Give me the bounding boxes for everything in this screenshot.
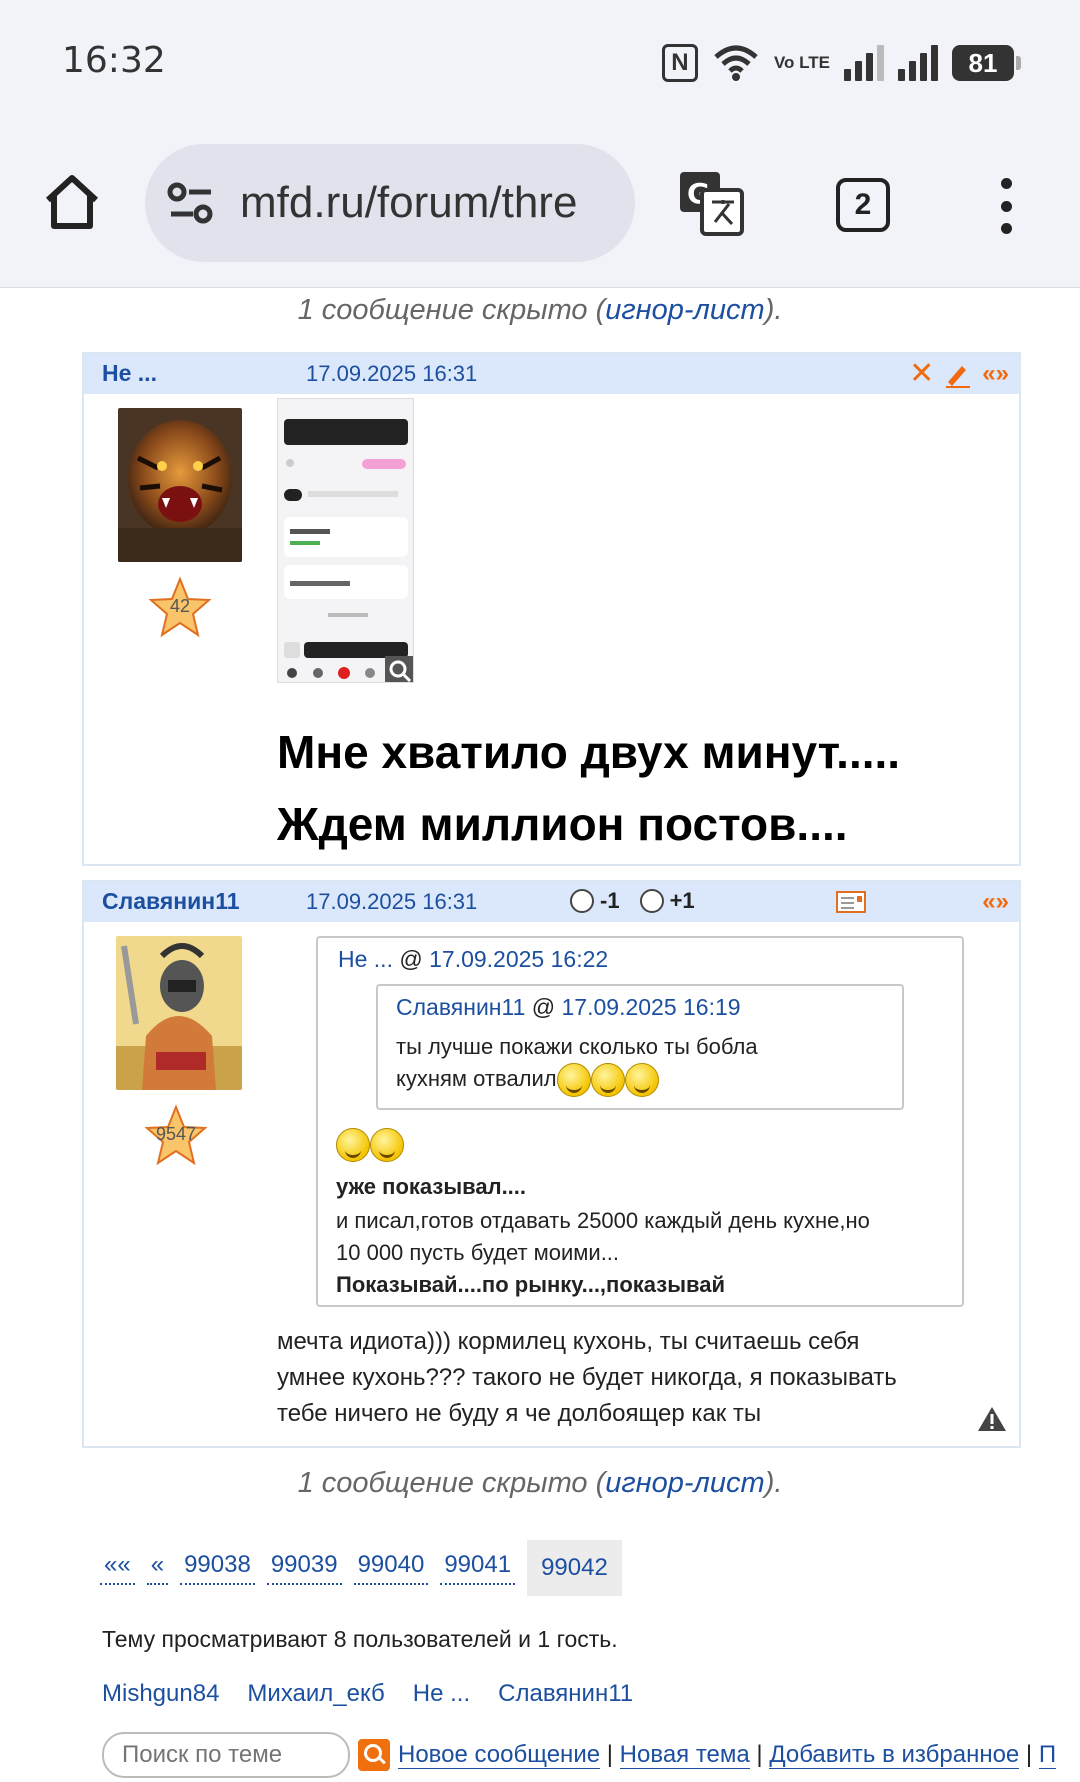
page-link[interactable]: 99041 bbox=[440, 1551, 516, 1585]
add-favorite-link[interactable]: Добавить в избранное bbox=[769, 1741, 1020, 1769]
attached-screenshot[interactable] bbox=[277, 398, 414, 683]
viewer-link[interactable]: Славянин11 bbox=[498, 1680, 633, 1708]
status-bar: 16:32 N Vo LTE 81 bbox=[0, 0, 1080, 120]
post-date[interactable]: 17.09.2025 16:31 bbox=[306, 889, 477, 915]
bottom-links: Новое сообщение | Новая тема | Добавить … bbox=[398, 1741, 1057, 1769]
surprised-smiley-icon bbox=[336, 1128, 370, 1162]
viewer-link[interactable]: Mishgun84 bbox=[102, 1680, 219, 1708]
nested-quote-author-link[interactable]: Славянин11 bbox=[396, 994, 525, 1020]
quote-header: Не ... @ 17.09.2025 16:22 bbox=[338, 946, 609, 972]
post-header: Славянин11 17.09.2025 16:31 -1 +1 «» bbox=[84, 882, 1019, 922]
laugh-smiley-icon bbox=[624, 1063, 659, 1098]
viewer-link[interactable]: Михаил_екб bbox=[247, 1680, 384, 1708]
quote-text: 10 000 пусть будет моими... bbox=[336, 1240, 620, 1265]
status-time: 16:32 bbox=[62, 40, 166, 81]
translate-icon[interactable]: G bbox=[678, 170, 746, 238]
nested-quote-block: Славянин11 @ 17.09.2025 16:19 ты лучше п… bbox=[376, 984, 904, 1110]
dizzy-smiley-icon bbox=[370, 1128, 404, 1162]
viewer-link[interactable]: Не ... bbox=[413, 1680, 470, 1708]
vote-plus-radio[interactable] bbox=[639, 889, 664, 913]
vote-controls: -1 +1 bbox=[570, 888, 695, 914]
viewers-list: Mishgun84 Михаил_екб Не ... Славянин11 bbox=[102, 1680, 633, 1708]
volte-icon: Vo LTE bbox=[773, 53, 830, 72]
edit-icon[interactable] bbox=[944, 360, 972, 388]
vote-minus-label: -1 bbox=[600, 888, 620, 913]
pagination: «« « 99038 99039 99040 99041 99042 bbox=[100, 1540, 622, 1596]
avatar[interactable] bbox=[118, 408, 242, 562]
new-topic-link[interactable]: Новая тема bbox=[619, 1741, 750, 1769]
search-icon[interactable] bbox=[358, 1739, 390, 1771]
laugh-smiley-icon bbox=[556, 1063, 591, 1098]
new-message-link[interactable]: Новое сообщение bbox=[398, 1741, 601, 1769]
quote-bold-text: уже показывал.... bbox=[336, 1174, 527, 1199]
more-link[interactable]: П bbox=[1038, 1741, 1057, 1769]
topic-search-input[interactable] bbox=[102, 1732, 350, 1778]
post-nav-icon[interactable]: «» bbox=[982, 359, 1009, 389]
post-author[interactable]: Славянин11 bbox=[102, 888, 240, 915]
user-rating: 42 bbox=[169, 596, 191, 616]
signal-icon-2 bbox=[898, 45, 938, 81]
delete-icon[interactable]: ✕ bbox=[909, 359, 934, 389]
post-date[interactable]: 17.09.2025 16:31 bbox=[306, 361, 477, 387]
nested-quote-text: ты лучше покажи сколько ты бобла bbox=[396, 1034, 758, 1059]
message-icon[interactable] bbox=[836, 891, 866, 913]
quote-bold-text: Показывай....по рынку...,показывай bbox=[336, 1272, 726, 1297]
first-page-link[interactable]: «« bbox=[100, 1551, 135, 1585]
signal-icon-1 bbox=[844, 45, 884, 81]
hidden-message-note: 1 сообщение скрыто (игнор-лист). bbox=[297, 294, 783, 326]
nested-quote-text-2: кухням отвалил bbox=[396, 1062, 659, 1098]
hidden-message-note: 1 сообщение скрыто (игнор-лист). bbox=[297, 1467, 783, 1499]
more-menu-icon[interactable] bbox=[994, 178, 1018, 234]
current-page: 99042 bbox=[527, 1540, 622, 1596]
url-text: mfd.ru/forum/thre bbox=[240, 178, 578, 227]
post-header: Не ... 17.09.2025 16:31 ✕ «» bbox=[84, 354, 1019, 394]
ignore-list-link[interactable]: игнор-лист bbox=[605, 1467, 764, 1499]
tabs-count-icon[interactable]: 2 bbox=[836, 178, 890, 232]
battery-icon: 81 bbox=[952, 45, 1021, 81]
quote-block: Не ... @ 17.09.2025 16:22 Славянин11 @ 1… bbox=[316, 936, 964, 1307]
post-nav-icon[interactable]: «» bbox=[982, 887, 1009, 917]
quote-author-link[interactable]: Не ... bbox=[338, 946, 393, 972]
ignore-list-link[interactable]: игнор-лист bbox=[605, 294, 764, 326]
nfc-icon: N bbox=[661, 44, 698, 82]
prev-page-link[interactable]: « bbox=[146, 1551, 169, 1585]
quote-date-link[interactable]: 17.09.2025 16:22 bbox=[429, 946, 608, 972]
nested-quote-header: Славянин11 @ 17.09.2025 16:19 bbox=[396, 994, 741, 1020]
avatar[interactable] bbox=[116, 936, 242, 1090]
home-icon[interactable] bbox=[42, 172, 102, 232]
address-bar[interactable]: mfd.ru/forum/thre bbox=[145, 144, 635, 262]
vote-minus-radio[interactable] bbox=[570, 889, 594, 913]
page-link[interactable]: 99039 bbox=[266, 1551, 342, 1585]
post-text: мечта идиота))) кормилец кухонь, ты счит… bbox=[277, 1328, 897, 1427]
smileys-row bbox=[336, 1128, 404, 1162]
vote-plus-label: +1 bbox=[669, 888, 695, 913]
report-warning-icon[interactable] bbox=[977, 1406, 1007, 1432]
quote-text: и писал,готов отдавать 25000 каждый день… bbox=[336, 1208, 870, 1233]
wifi-icon bbox=[714, 45, 758, 81]
bottom-actions: Новое сообщение | Новая тема | Добавить … bbox=[102, 1732, 1057, 1778]
status-icons: N Vo LTE 81 bbox=[661, 40, 1021, 86]
browser-toolbar: mfd.ru/forum/thre G 2 bbox=[0, 120, 1080, 288]
forum-post: Не ... 17.09.2025 16:31 ✕ «» 42 Мне хват… bbox=[82, 352, 1021, 866]
user-rating: 9547 bbox=[155, 1124, 197, 1144]
page-link[interactable]: 99040 bbox=[353, 1551, 429, 1585]
laugh-smiley-icon bbox=[590, 1063, 625, 1098]
viewers-count: Тему просматривают 8 пользователей и 1 г… bbox=[102, 1626, 618, 1652]
nested-quote-date-link[interactable]: 17.09.2025 16:19 bbox=[562, 994, 741, 1020]
post-text-line: Ждем миллион постов.... bbox=[277, 798, 848, 850]
site-settings-icon[interactable] bbox=[167, 182, 215, 226]
post-author[interactable]: Не ... bbox=[102, 360, 157, 387]
page-link[interactable]: 99038 bbox=[180, 1551, 255, 1585]
post-text-line: Мне хватило двух минут..... bbox=[277, 726, 901, 778]
forum-post: Славянин11 17.09.2025 16:31 -1 +1 «» 954… bbox=[82, 880, 1021, 1448]
